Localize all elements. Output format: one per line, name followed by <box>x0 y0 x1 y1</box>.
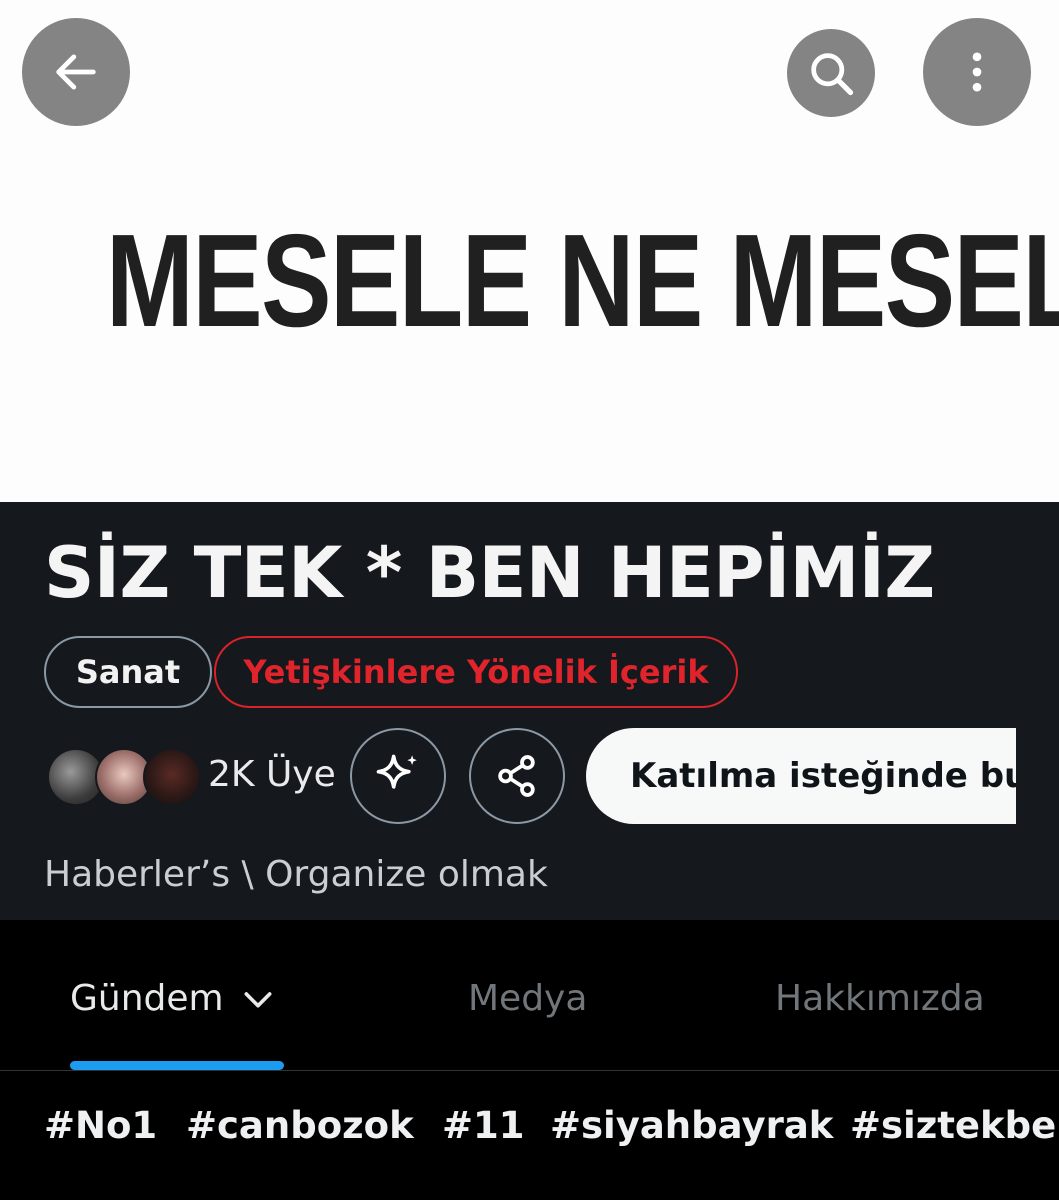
community-title: SİZ TEK * BEN HEPİMİZ <box>44 532 935 614</box>
join-request-button[interactable]: Katılma isteğinde bu <box>586 728 1016 824</box>
more-options-button[interactable] <box>923 18 1031 126</box>
tab-gundem-label: Gündem <box>70 978 224 1019</box>
hashtag-item[interactable]: #No1 <box>44 1104 157 1147</box>
more-vertical-icon <box>972 52 982 92</box>
arrow-left-icon <box>56 54 96 90</box>
community-banner: MESELE NE MESELA? <box>0 0 1059 502</box>
hashtag-bar: #No1 #canbozok #11 #siyahbayrak #siztekb… <box>0 1071 1059 1200</box>
member-count[interactable]: 2K Üye <box>208 754 336 795</box>
avatar <box>143 748 201 806</box>
tag-sanat[interactable]: Sanat <box>44 636 212 708</box>
chevron-down-icon <box>244 991 272 1007</box>
member-avatars[interactable] <box>47 748 201 806</box>
banner-text: MESELE NE MESELA? <box>105 207 1059 354</box>
sparkle-icon <box>376 754 417 789</box>
back-button[interactable] <box>22 18 130 126</box>
share-icon <box>498 755 535 797</box>
sparkle-button[interactable] <box>350 728 446 824</box>
hashtag-item[interactable]: #11 <box>442 1104 525 1147</box>
search-icon <box>811 53 854 96</box>
hashtag-item[interactable]: #siyahbayrak <box>550 1104 833 1147</box>
tab-medya[interactable]: Medya <box>468 978 587 1019</box>
tag-adult-content[interactable]: Yetişkinlere Yönelik İçerik <box>214 636 738 708</box>
join-request-label: Katılma isteğinde bu <box>630 756 1016 796</box>
community-header: SİZ TEK * BEN HEPİMİZ Sanat Yetişkinlere… <box>0 502 1059 920</box>
tab-gundem[interactable]: Gündem <box>70 978 278 1019</box>
tab-bar: Gündem Medya Hakkımızda <box>0 920 1059 1070</box>
search-button[interactable] <box>787 29 875 117</box>
share-button[interactable] <box>469 728 565 824</box>
active-tab-indicator <box>70 1061 284 1070</box>
hashtag-item[interactable]: #canbozok <box>186 1104 414 1147</box>
hashtag-item[interactable]: #siztekbe <box>850 1104 1056 1147</box>
breadcrumb: Haberler’s \ Organize olmak <box>44 854 548 895</box>
tab-hakkimizda[interactable]: Hakkımızda <box>775 978 985 1019</box>
